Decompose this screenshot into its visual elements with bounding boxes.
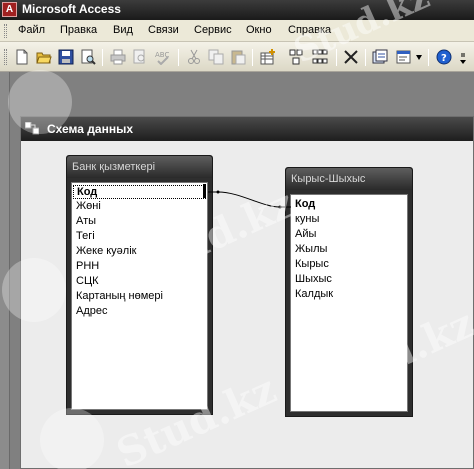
field-item[interactable]: Шыхыс [295,273,332,285]
window-title: Схема данных [47,122,133,136]
copy-icon[interactable] [208,49,224,65]
field-item[interactable]: Жөні [76,200,101,212]
new-object-icon[interactable] [372,49,388,65]
toolbar-grip[interactable] [4,49,7,65]
field-item-key[interactable]: Код [295,198,315,210]
field-item[interactable]: Калдык [295,288,333,300]
table-title: Банк қызметкері [72,161,156,173]
toolbar-options-icon[interactable] [459,52,467,66]
menu-view[interactable]: Вид [113,24,133,36]
field-item-key[interactable]: Код [73,185,206,199]
relationships-window-icon[interactable] [25,122,39,135]
table-title: Кырыс-Шыхыс [291,173,366,185]
cut-icon[interactable] [186,49,202,65]
field-item[interactable]: Аты [76,215,96,227]
field-item[interactable]: Жеке куәлік [76,245,136,257]
menu-window[interactable]: Окно [246,24,272,36]
menu-tools[interactable]: Сервис [194,24,232,36]
spelling-icon[interactable]: ABC [154,49,170,65]
delete-icon[interactable] [343,49,359,65]
menu-relationships[interactable]: Связи [148,24,179,36]
toolbar-separator [102,49,103,66]
show-all-icon[interactable] [312,49,328,65]
open-icon[interactable] [36,49,52,65]
save-icon[interactable] [58,49,74,65]
field-list[interactable]: Код куны Айы Жылы Кырыс Шыхыс Калдык [290,194,408,412]
paste-icon[interactable] [230,49,246,65]
table-header[interactable]: Кырыс-Шыхыс [286,168,412,190]
toolbar-separator [428,49,429,66]
toolbar-separator [336,49,337,66]
app-title: Microsoft Access [22,2,121,16]
dropdown-arrow-icon[interactable] [416,55,422,60]
field-item[interactable]: Картаның нөмері [76,290,163,302]
preview-icon[interactable] [132,49,148,65]
new-icon[interactable] [14,49,30,65]
title-bar: A Microsoft Access [0,0,474,20]
menu-help[interactable]: Справка [288,24,331,36]
mdi-frame [0,72,10,469]
toolbar-separator [178,49,179,66]
field-item[interactable]: Адрес [76,305,108,317]
table-box-transactions[interactable]: Кырыс-Шыхыс Код куны Айы Жылы Кырыс Шыхы… [285,167,413,417]
show-direct-icon[interactable] [288,49,304,65]
show-table-icon[interactable] [260,49,276,65]
field-item[interactable]: Кырыс [295,258,329,270]
menubar-grip[interactable] [4,24,7,38]
print-preview-icon[interactable] [80,49,96,65]
field-item[interactable]: куны [295,213,319,225]
window-title-bar[interactable]: Схема данных [21,117,473,141]
menu-bar: Файл Правка Вид Связи Сервис Окно Справк… [0,20,474,42]
help-icon[interactable]: ? [436,49,452,65]
table-header[interactable]: Банк қызметкері [67,156,212,178]
toolbar-separator [365,49,366,66]
field-item[interactable]: Айы [295,228,316,240]
access-app-icon[interactable]: A [2,2,17,17]
properties-icon[interactable] [396,49,412,65]
toolbar: ABC ? [0,42,474,72]
field-list[interactable]: Код Жөні Аты Тегі Жеке куәлік РНН СЦК Ка… [71,182,208,410]
field-item[interactable]: СЦК [76,275,99,287]
menu-file[interactable]: Файл [18,24,45,36]
menu-edit[interactable]: Правка [60,24,97,36]
field-item[interactable]: Жылы [295,243,327,255]
table-box-employees[interactable]: Банк қызметкері Код Жөні Аты Тегі Жеке к… [66,155,213,415]
field-item[interactable]: РНН [76,260,99,272]
field-item[interactable]: Тегі [76,230,95,242]
print-icon[interactable] [110,49,126,65]
toolbar-separator [252,49,253,66]
svg-text:?: ? [441,53,447,64]
